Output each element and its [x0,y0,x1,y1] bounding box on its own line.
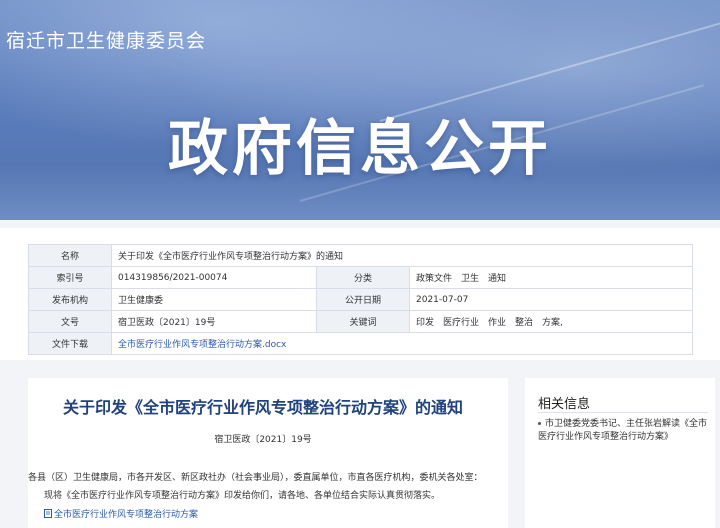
table-row: 索引号 014319856/2021-00074 分类 政策文件 卫生 通知 [28,266,693,289]
date-value: 2021-07-07 [409,288,693,311]
attachment-label: 全市医疗行业作风专项整治行动方案 [54,510,199,520]
category-label: 分类 [316,266,410,289]
header-banner: 宿迁市卫生健康委员会 政府信息公开 [0,0,720,220]
table-row: 文件下载 全市医疗行业作风专项整治行动方案.docx [28,332,693,355]
sidebar-item-label: 市卫健委党委书记、主任张岩解读《全市医疗行业作风专项整治行动方案》 [538,419,708,442]
document-paragraph: 各县（区）卫生健康局，市各开发区、新区政社办（社会事业局），委直属单位，市直各医… [28,473,483,483]
banner-title: 政府信息公开 [168,114,552,184]
table-row: 发布机构 卫生健康委 公开日期 2021-07-07 [28,288,693,311]
sidebar-title: 相关信息 [538,397,591,412]
docx-download-link[interactable]: 全市医疗行业作风专项整治行动方案.docx [118,340,286,350]
divider [538,412,708,413]
related-info-sidebar: 相关信息 市卫健委党委书记、主任张岩解读《全市医疗行业作风专项整治行动方案》 [525,378,715,528]
name-label: 名称 [28,244,112,267]
docno-value: 宿卫医政〔2021〕19号 [111,310,317,333]
docno-label: 文号 [28,310,112,333]
document-title: 关于印发《全市医疗行业作风专项整治行动方案》的通知 [62,398,463,417]
category-value: 政策文件 卫生 通知 [409,266,693,289]
sidebar-item[interactable]: 市卫健委党委书记、主任张岩解读《全市医疗行业作风专项整治行动方案》 [538,418,708,444]
metadata-table: 名称 关于印发《全市医疗行业作风专项整治行动方案》的通知 索引号 0143198… [28,244,693,355]
org-label: 发布机构 [28,288,112,311]
org-value: 卫生健康委 [111,288,317,311]
attachment-link[interactable]: 全市医疗行业作风专项整治行动方案 [44,507,198,520]
date-label: 公开日期 [316,288,410,311]
keywords-label: 关键词 [316,310,410,333]
bullet-icon [538,422,541,425]
download-label: 文件下载 [28,332,112,355]
document-paragraph: 现将《全市医疗行业作风专项整治行动方案》印发给你们，请各地、各单位结合实际认真贯… [44,491,441,501]
keywords-value: 印发 医疗行业 作业 整治 方案, [409,310,693,333]
document-content: 关于印发《全市医疗行业作风专项整治行动方案》的通知 宿卫医政〔2021〕19号 … [28,378,508,528]
document-number: 宿卫医政〔2021〕19号 [214,435,312,445]
attachment-icon [44,509,52,518]
index-value: 014319856/2021-00074 [111,266,317,289]
table-row: 名称 关于印发《全市医疗行业作风专项整治行动方案》的通知 [28,244,693,267]
index-label: 索引号 [28,266,112,289]
download-cell: 全市医疗行业作风专项整治行动方案.docx [111,332,693,355]
site-name[interactable]: 宿迁市卫生健康委员会 [6,26,206,53]
table-row: 文号 宿卫医政〔2021〕19号 关键词 印发 医疗行业 作业 整治 方案, [28,310,693,333]
metadata-panel: 名称 关于印发《全市医疗行业作风专项整治行动方案》的通知 索引号 0143198… [0,228,720,360]
name-value: 关于印发《全市医疗行业作风专项整治行动方案》的通知 [111,244,693,267]
